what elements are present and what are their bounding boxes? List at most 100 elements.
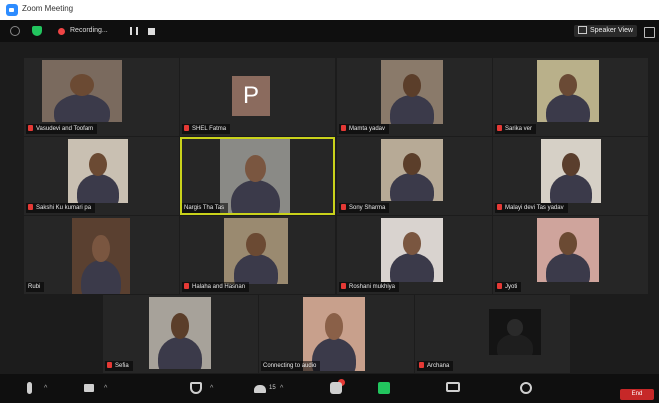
- share-screen-button[interactable]: [378, 382, 418, 395]
- person-silhouette: [550, 174, 592, 203]
- meeting-info-icon[interactable]: [10, 26, 20, 36]
- participant-name: Archana: [417, 361, 454, 371]
- muted-mic-icon: [341, 204, 346, 210]
- participant-name: Sarika ver: [495, 124, 537, 134]
- participant-name-label: Sefia: [115, 363, 129, 369]
- view-switch-button[interactable]: Speaker View: [574, 25, 638, 37]
- participant-name: Connecting to audio: [261, 361, 321, 371]
- participant-tile[interactable]: Connecting to audio: [259, 295, 414, 373]
- microphone-icon: [27, 382, 32, 394]
- pause-recording-icon[interactable]: [130, 27, 138, 35]
- person-head: [324, 313, 344, 340]
- participant-name-label: Sakshi Ku kumari pa: [36, 205, 92, 211]
- reactions-icon: [520, 382, 532, 394]
- chevron-up-icon[interactable]: ^: [44, 385, 47, 392]
- participant-name-label: Mamta yadav: [349, 126, 386, 132]
- muted-mic-icon: [184, 283, 189, 289]
- muted-mic-icon: [28, 125, 33, 131]
- recording-label: Recording...: [70, 27, 108, 34]
- zoom-logo-icon: [6, 4, 18, 16]
- mute-button[interactable]: ^: [24, 382, 64, 395]
- participant-video: [537, 60, 599, 122]
- participant-tile[interactable]: Sarika ver: [493, 58, 648, 136]
- participant-name: Sefia: [105, 361, 133, 371]
- participant-video: [381, 139, 443, 201]
- encryption-shield-icon[interactable]: [32, 26, 42, 36]
- participant-tile[interactable]: Malayi devi Tas yadav: [493, 137, 648, 215]
- participant-tile[interactable]: Rubi: [24, 216, 179, 294]
- camera-icon: [84, 384, 94, 392]
- security-button[interactable]: ^: [190, 382, 230, 395]
- person-silhouette: [390, 173, 434, 201]
- chevron-up-icon[interactable]: ^: [104, 385, 107, 392]
- person-silhouette: [77, 174, 119, 203]
- participant-video: [68, 139, 128, 203]
- muted-mic-icon: [28, 204, 33, 210]
- record-button[interactable]: [446, 382, 486, 395]
- person-head: [170, 312, 190, 339]
- participant-video: [381, 218, 443, 282]
- participant-tile[interactable]: Sakshi Ku kumari pa: [24, 137, 179, 215]
- chevron-up-icon[interactable]: ^: [210, 385, 213, 392]
- people-icon: [254, 385, 266, 393]
- stop-recording-icon[interactable]: [148, 28, 155, 35]
- view-label: Speaker View: [590, 27, 634, 34]
- participant-tile[interactable]: Sony Sharma: [337, 137, 492, 215]
- participant-tile[interactable]: Sefia: [103, 295, 258, 373]
- person-head: [507, 319, 523, 336]
- participant-tile[interactable]: P SHEL Fatma: [180, 58, 335, 136]
- video-button[interactable]: ^: [84, 382, 124, 395]
- shield-icon: [190, 382, 202, 394]
- person-head: [402, 152, 422, 175]
- participant-name-label: Archana: [427, 363, 450, 369]
- end-meeting-button[interactable]: End: [620, 389, 654, 400]
- participant-tile[interactable]: Nargis Tha Tas: [180, 137, 335, 215]
- participant-video: [72, 218, 130, 294]
- view-grid-icon: [578, 26, 587, 35]
- participant-name: SHEL Fatma: [182, 124, 231, 134]
- participant-tile[interactable]: Jyoti: [493, 216, 648, 294]
- reactions-button[interactable]: [520, 382, 560, 395]
- muted-mic-icon: [497, 125, 502, 131]
- participant-tile[interactable]: Mamta yadav: [337, 58, 492, 136]
- participant-tile[interactable]: Roshani mukhiya: [337, 216, 492, 294]
- participant-name-label: SHEL Fatma: [192, 126, 227, 132]
- fullscreen-icon[interactable]: [644, 27, 655, 38]
- person-silhouette: [233, 254, 279, 284]
- person-silhouette: [546, 94, 590, 122]
- participant-name-label: Connecting to audio: [263, 363, 317, 369]
- participant-name-label: Halaha and Hasnan: [192, 284, 246, 290]
- participant-video: [42, 60, 122, 122]
- participant-tile[interactable]: Halaha and Hasnan: [180, 216, 335, 294]
- person-silhouette: [230, 179, 280, 213]
- participant-video: [541, 139, 601, 203]
- person-silhouette: [390, 253, 434, 282]
- chevron-up-icon[interactable]: ^: [280, 385, 283, 392]
- participant-name-label: Malayi devi Tas yadav: [505, 205, 564, 211]
- meeting-toolbar: ^ ^ ^ 15 ^: [0, 374, 659, 403]
- share-screen-icon: [378, 382, 390, 394]
- person-silhouette: [390, 95, 434, 124]
- participant-video: [381, 60, 443, 124]
- person-head: [246, 232, 266, 257]
- person-head: [562, 153, 580, 177]
- participants-button[interactable]: 15 ^: [254, 382, 294, 395]
- participant-video: [224, 218, 288, 284]
- record-icon: [446, 382, 460, 392]
- person-head: [70, 73, 94, 96]
- muted-mic-icon: [107, 362, 112, 368]
- person-head: [402, 232, 422, 256]
- muted-mic-icon: [419, 362, 424, 368]
- person-silhouette: [546, 253, 590, 282]
- participant-name: Mamta yadav: [339, 124, 390, 134]
- participant-tile[interactable]: Archana: [415, 295, 570, 373]
- video-gallery: Vasudevi and Toofam P SHEL Fatma Mamta yada…: [0, 42, 659, 374]
- participant-name: Sakshi Ku kumari pa: [26, 203, 96, 213]
- chat-button[interactable]: [330, 379, 370, 395]
- person-head: [558, 73, 578, 96]
- participant-tile[interactable]: Vasudevi and Toofam: [24, 58, 179, 136]
- participant-avatar: P: [232, 76, 270, 116]
- participant-name-label: Roshani mukhiya: [349, 284, 396, 290]
- person-head: [402, 74, 422, 98]
- person-head: [558, 232, 578, 256]
